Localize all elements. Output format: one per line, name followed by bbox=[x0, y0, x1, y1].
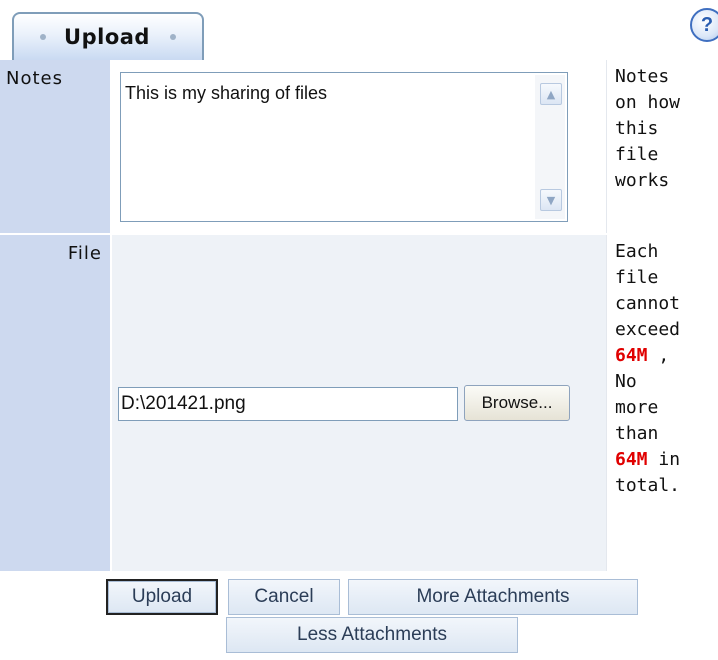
less-attachments-button[interactable]: Less Attachments bbox=[226, 617, 518, 653]
file-field-cell: D:\201421.png Browse... bbox=[112, 235, 606, 571]
notes-text: This is my sharing of files bbox=[125, 83, 328, 103]
file-path-input[interactable]: D:\201421.png bbox=[118, 387, 458, 421]
file-hint-line: cannot bbox=[615, 293, 681, 314]
file-hint-line: No bbox=[615, 371, 637, 392]
file-hint-line: Each bbox=[615, 241, 659, 262]
file-hint: Each file cannot exceed 64M , No more th… bbox=[606, 235, 718, 571]
scroll-up-arrow-icon[interactable]: ▲ bbox=[540, 83, 562, 105]
file-hint-line: 64M in bbox=[615, 447, 718, 473]
notes-row: Notes This is my sharing of files ▲ ▼ No… bbox=[0, 60, 718, 233]
cancel-button[interactable]: Cancel bbox=[228, 579, 340, 615]
file-hint-line: more bbox=[615, 397, 659, 418]
file-hint-line: file bbox=[615, 267, 659, 288]
total-limit: 64M bbox=[615, 449, 648, 470]
action-bar: Upload Cancel More Attachments Less Atta… bbox=[0, 571, 718, 660]
file-hint-punct: , bbox=[647, 345, 670, 366]
tab-upload[interactable]: Upload bbox=[12, 12, 204, 60]
notes-hint: Notes on how this file works bbox=[606, 60, 718, 233]
notes-field-cell: This is my sharing of files ▲ ▼ bbox=[112, 60, 606, 233]
upload-button[interactable]: Upload bbox=[106, 579, 218, 615]
file-hint-line: exceed bbox=[615, 319, 681, 340]
bullet-dot-icon bbox=[169, 34, 176, 40]
notes-hint-line: this bbox=[615, 118, 659, 139]
notes-hint-line: on how bbox=[615, 92, 681, 113]
notes-label: Notes bbox=[0, 60, 110, 233]
file-hint-in: in bbox=[647, 449, 681, 470]
file-row: File D:\201421.png Browse... Each file c… bbox=[0, 235, 718, 571]
bullet-dot-icon bbox=[40, 34, 47, 40]
notes-hint-line: works bbox=[615, 170, 670, 191]
browse-button[interactable]: Browse... bbox=[464, 385, 570, 421]
tab-upload-label: Upload bbox=[64, 25, 150, 49]
notes-hint-line: file bbox=[615, 144, 659, 165]
file-hint-line: total. bbox=[615, 475, 681, 496]
notes-textarea[interactable]: This is my sharing of files ▲ ▼ bbox=[120, 72, 568, 222]
file-hint-line: than bbox=[615, 423, 659, 444]
help-question-icon[interactable]: ? bbox=[690, 8, 718, 42]
file-hint-line: 64M , bbox=[615, 343, 718, 369]
notes-scrollbar[interactable]: ▲ ▼ bbox=[535, 75, 565, 219]
file-label: File bbox=[0, 235, 110, 571]
more-attachments-button[interactable]: More Attachments bbox=[348, 579, 638, 615]
per-file-limit: 64M bbox=[615, 345, 648, 366]
scroll-down-arrow-icon[interactable]: ▼ bbox=[540, 189, 562, 211]
notes-hint-line: Notes bbox=[615, 66, 670, 87]
